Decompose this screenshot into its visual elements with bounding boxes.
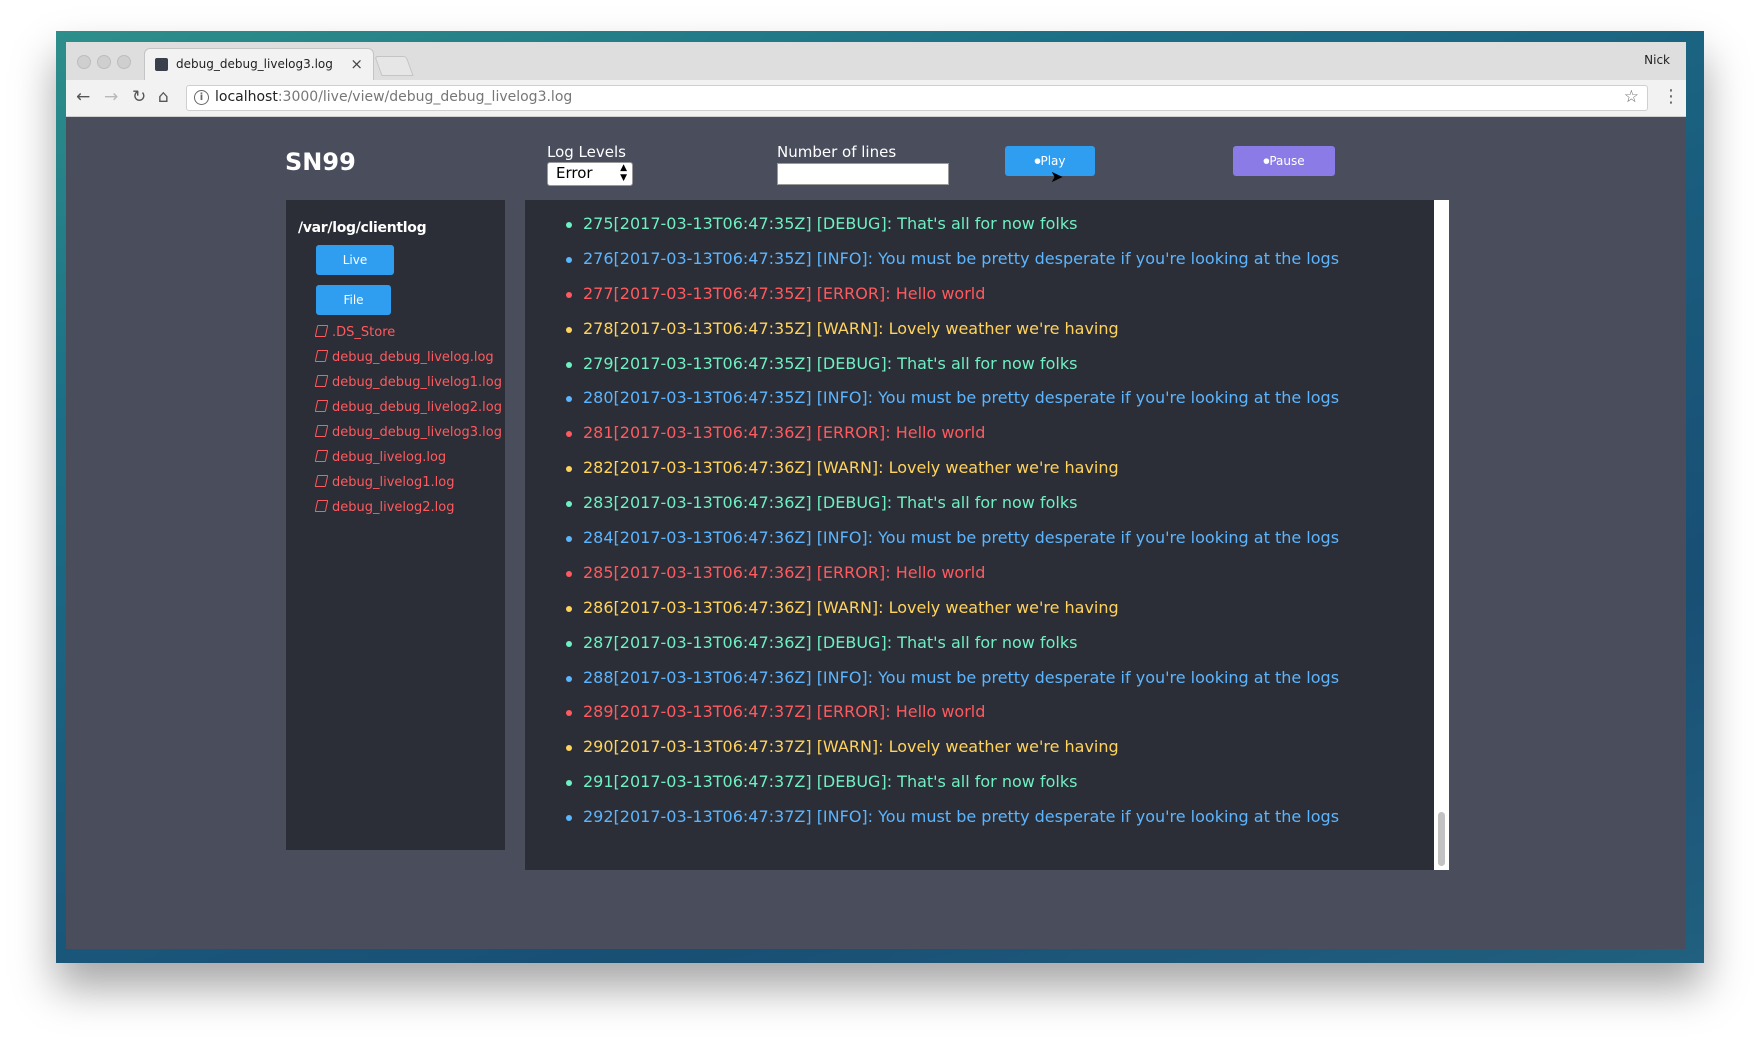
- log-line: 277[2017-03-13T06:47:35Z] [ERROR]: Hello…: [565, 278, 1339, 313]
- file-icon: [314, 425, 329, 437]
- file-name: debug_debug_livelog3.log: [332, 425, 502, 440]
- file-icon: [314, 450, 329, 462]
- lines-label: Number of lines: [777, 143, 897, 161]
- file-list-item[interactable]: debug_livelog1.log: [314, 475, 502, 500]
- url-host: localhost: [215, 89, 278, 105]
- log-line: 280[2017-03-13T06:47:35Z] [INFO]: You mu…: [565, 382, 1339, 417]
- scrollbar[interactable]: [1434, 200, 1449, 870]
- app-page: SN99 Log Levels Error ▲ ▼ Number of lines…: [66, 117, 1686, 949]
- reload-icon[interactable]: ↻: [132, 87, 146, 107]
- log-line: 279[2017-03-13T06:47:35Z] [DEBUG]: That'…: [565, 348, 1339, 383]
- log-level-select[interactable]: Error ▲ ▼: [547, 162, 633, 186]
- log-line: 278[2017-03-13T06:47:35Z] [WARN]: Lovely…: [565, 313, 1339, 348]
- address-bar[interactable]: i localhost:3000/live/view/debug_debug_l…: [186, 85, 1648, 111]
- file-icon: [314, 350, 329, 362]
- url-text: localhost:3000/live/view/debug_debug_liv…: [215, 89, 572, 105]
- log-line: 286[2017-03-13T06:47:36Z] [WARN]: Lovely…: [565, 592, 1339, 627]
- tab-close-icon[interactable]: ×: [350, 55, 363, 73]
- log-line: 284[2017-03-13T06:47:36Z] [INFO]: You mu…: [565, 522, 1339, 557]
- brand-title: SN99: [285, 148, 356, 176]
- log-line: 275[2017-03-13T06:47:35Z] [DEBUG]: That'…: [565, 208, 1339, 243]
- file-name: debug_livelog1.log: [332, 475, 455, 490]
- log-line: 292[2017-03-13T06:47:37Z] [INFO]: You mu…: [565, 801, 1339, 836]
- file-icon: [314, 500, 329, 512]
- log-line: 285[2017-03-13T06:47:36Z] [ERROR]: Hello…: [565, 557, 1339, 592]
- log-levels-label: Log Levels: [547, 143, 626, 161]
- pause-button[interactable]: ⏺Pause: [1233, 146, 1335, 176]
- tab-bar: debug_debug_livelog3.log × Nick: [66, 42, 1686, 81]
- zoom-window-icon[interactable]: [117, 55, 131, 69]
- log-line: 283[2017-03-13T06:47:36Z] [DEBUG]: That'…: [565, 487, 1339, 522]
- log-line: 288[2017-03-13T06:47:36Z] [INFO]: You mu…: [565, 662, 1339, 697]
- file-list-item[interactable]: debug_livelog.log: [314, 450, 502, 475]
- file-name: debug_livelog2.log: [332, 500, 455, 515]
- profile-name[interactable]: Nick: [1644, 53, 1670, 67]
- file-list-item[interactable]: .DS_Store: [314, 325, 502, 350]
- log-line: 289[2017-03-13T06:47:37Z] [ERROR]: Hello…: [565, 696, 1339, 731]
- log-line: 276[2017-03-13T06:47:35Z] [INFO]: You mu…: [565, 243, 1339, 278]
- file-icon: [314, 400, 329, 412]
- file-list-item[interactable]: debug_debug_livelog1.log: [314, 375, 502, 400]
- forward-icon[interactable]: →: [104, 87, 118, 107]
- file-icon: [314, 325, 329, 337]
- file-name: debug_livelog.log: [332, 450, 447, 465]
- log-line: 282[2017-03-13T06:47:36Z] [WARN]: Lovely…: [565, 452, 1339, 487]
- url-path: :3000/live/view/debug_debug_livelog3.log: [277, 89, 573, 105]
- file-list-item[interactable]: debug_debug_livelog3.log: [314, 425, 502, 450]
- directory-path: /var/log/clientlog: [298, 220, 427, 236]
- live-button[interactable]: Live: [316, 245, 394, 275]
- number-of-lines-input[interactable]: [777, 163, 949, 185]
- browser-menu-icon[interactable]: ⋮: [1662, 86, 1680, 107]
- browser-tab[interactable]: debug_debug_livelog3.log ×: [144, 48, 374, 81]
- home-icon[interactable]: ⌂: [158, 87, 169, 107]
- file-sidebar: /var/log/clientlog Live File .DS_Storede…: [286, 200, 505, 850]
- browser-window: debug_debug_livelog3.log × Nick ← → ↻ ⌂ …: [66, 42, 1686, 949]
- file-list-item[interactable]: debug_livelog2.log: [314, 500, 502, 525]
- log-line: 281[2017-03-13T06:47:36Z] [ERROR]: Hello…: [565, 417, 1339, 452]
- info-icon[interactable]: i: [194, 90, 209, 105]
- minimize-window-icon[interactable]: [97, 55, 111, 69]
- new-tab-button[interactable]: [374, 56, 414, 76]
- file-button[interactable]: File: [316, 285, 391, 315]
- log-line: 287[2017-03-13T06:47:36Z] [DEBUG]: That'…: [565, 627, 1339, 662]
- bookmark-star-icon[interactable]: ☆: [1624, 87, 1639, 107]
- file-name: debug_debug_livelog.log: [332, 350, 494, 365]
- favicon-icon: [155, 58, 168, 71]
- file-name: debug_debug_livelog2.log: [332, 400, 502, 415]
- log-level-value: Error: [556, 164, 593, 182]
- file-icon: [314, 375, 329, 387]
- file-list-item[interactable]: debug_debug_livelog.log: [314, 350, 502, 375]
- select-arrows-icon: ▲ ▼: [620, 163, 627, 183]
- file-name: .DS_Store: [332, 325, 396, 340]
- log-list: 275[2017-03-13T06:47:35Z] [DEBUG]: That'…: [525, 208, 1339, 836]
- navigation-bar: ← → ↻ ⌂ i localhost:3000/live/view/debug…: [66, 80, 1686, 117]
- file-list-item[interactable]: debug_debug_livelog2.log: [314, 400, 502, 425]
- file-icon: [314, 475, 329, 487]
- log-line: 290[2017-03-13T06:47:37Z] [WARN]: Lovely…: [565, 731, 1339, 766]
- log-panel: 275[2017-03-13T06:47:35Z] [DEBUG]: That'…: [525, 200, 1449, 870]
- scrollbar-thumb[interactable]: [1438, 812, 1445, 866]
- mouse-cursor-icon: ➤: [1050, 167, 1064, 186]
- log-line: 291[2017-03-13T06:47:37Z] [DEBUG]: That'…: [565, 766, 1339, 801]
- close-window-icon[interactable]: [77, 55, 91, 69]
- tab-title: debug_debug_livelog3.log: [176, 57, 333, 71]
- back-icon[interactable]: ←: [76, 87, 90, 107]
- file-list: .DS_Store debug_debug_livelog.log debug_de…: [314, 325, 502, 525]
- file-name: debug_debug_livelog1.log: [332, 375, 502, 390]
